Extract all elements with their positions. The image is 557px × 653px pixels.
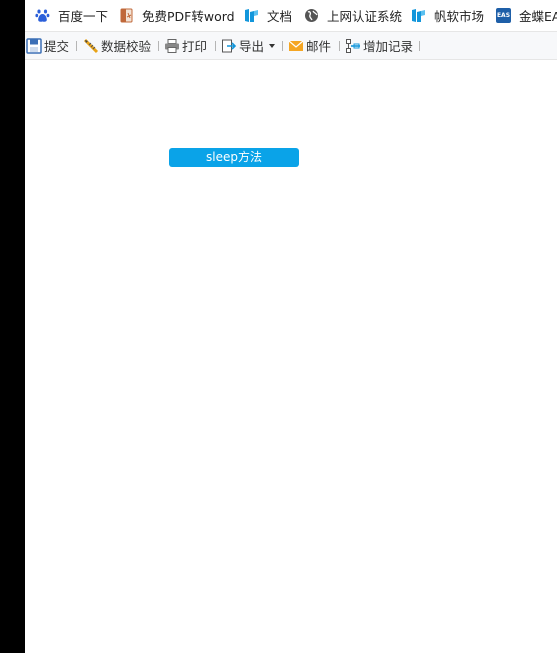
- toolbar-separator: [158, 41, 159, 51]
- toolbar-separator: [76, 41, 77, 51]
- submit-button[interactable]: 提交: [26, 32, 69, 59]
- data-validate-button[interactable]: 数据校验: [83, 32, 151, 59]
- print-button[interactable]: 打印: [164, 32, 207, 59]
- bookmark-fanruan-market[interactable]: 帆软市场: [411, 0, 484, 31]
- globe-icon: [304, 8, 319, 23]
- mail-label: 邮件: [306, 39, 332, 54]
- pdf-icon: [119, 8, 134, 23]
- bookmark-baidu[interactable]: 百度一下: [35, 0, 108, 31]
- envelope-icon: [288, 38, 304, 54]
- fanruan-logo-icon: [411, 8, 426, 23]
- export-label: 导出: [239, 39, 265, 54]
- print-label: 打印: [182, 39, 208, 54]
- fanruan-logo-icon: [244, 8, 259, 23]
- printer-icon: [164, 38, 180, 54]
- export-dropdown-button[interactable]: 导出: [221, 32, 276, 59]
- bookmarks-bar: 百度一下 免费PDF转word 文档 上网认证系统 帆软市场 EAS 金蝶EA: [25, 0, 557, 31]
- report-toolbar: 提交 数据校验 打印 导出 邮件 增加记录: [25, 31, 557, 60]
- toolbar-separator: [339, 41, 340, 51]
- bookmark-label: 金蝶EAS: [519, 9, 557, 24]
- floppy-disk-icon: [26, 37, 42, 54]
- export-icon: [221, 38, 237, 54]
- chevron-down-icon: [269, 43, 276, 48]
- submit-label: 提交: [44, 39, 70, 54]
- toolbar-separator: [215, 41, 216, 51]
- add-record-button[interactable]: 增加记录: [345, 32, 413, 59]
- bookmark-label: 免费PDF转word: [142, 9, 235, 24]
- bookmark-auth-system[interactable]: 上网认证系统: [304, 0, 402, 31]
- bookmark-label: 百度一下: [58, 9, 109, 24]
- add-row-icon: [345, 38, 361, 54]
- add-record-label: 增加记录: [363, 39, 414, 54]
- sleep-method-button[interactable]: sleep方法: [169, 148, 299, 167]
- eas-logo-icon: EAS: [496, 8, 511, 23]
- pencil-ruler-icon: [83, 38, 99, 54]
- bookmark-label: 帆软市场: [434, 9, 485, 24]
- toolbar-separator: [282, 41, 283, 51]
- mail-button[interactable]: 邮件: [288, 32, 331, 59]
- data-validate-label: 数据校验: [101, 39, 152, 54]
- bookmark-kingdee-eas[interactable]: EAS 金蝶EAS: [496, 0, 557, 31]
- bookmark-docs[interactable]: 文档: [244, 0, 292, 31]
- bookmark-pdf-to-word[interactable]: 免费PDF转word: [119, 0, 235, 31]
- toolbar-separator: [419, 41, 420, 51]
- bookmark-label: 文档: [267, 9, 293, 24]
- app-window: 百度一下 免费PDF转word 文档 上网认证系统 帆软市场 EAS 金蝶EA …: [25, 0, 557, 653]
- baidu-paw-icon: [35, 8, 50, 23]
- bookmark-label: 上网认证系统: [327, 9, 403, 24]
